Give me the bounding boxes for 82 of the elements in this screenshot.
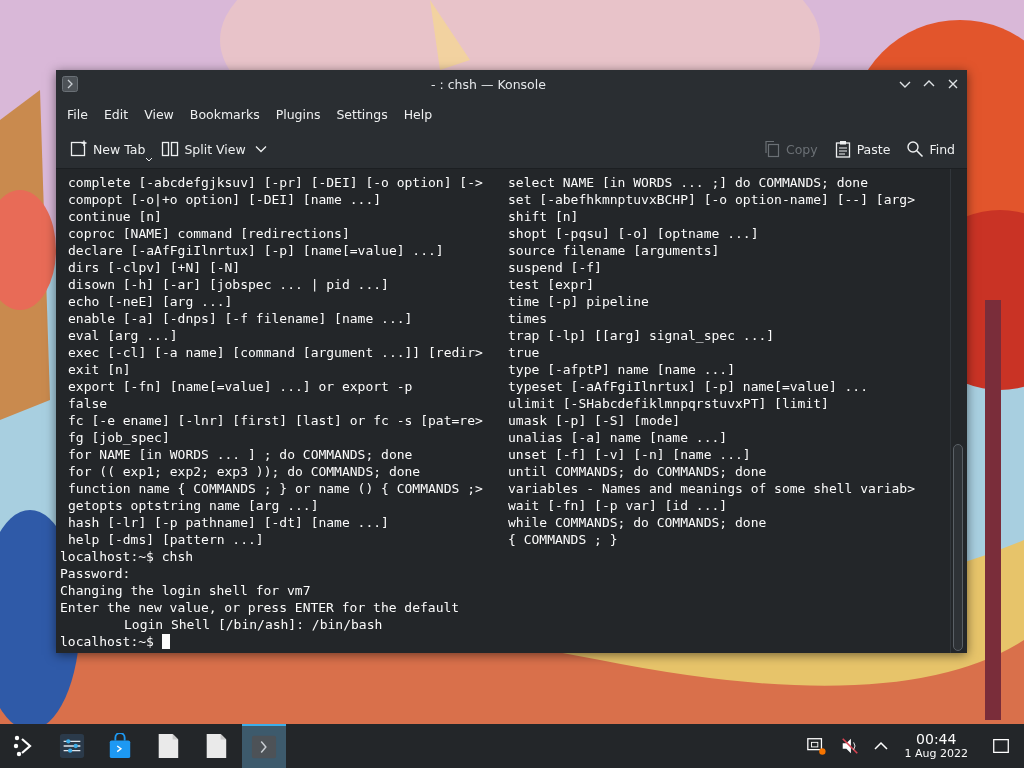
terminal-line: source filename [arguments] (508, 242, 721, 259)
terminal-line: variables - Names and meanings of some shell variab> (508, 480, 916, 497)
clipboard-icon (833, 140, 852, 158)
terminal-line: while COMMANDS; do COMMANDS; done (508, 514, 768, 531)
caret-icon (145, 157, 154, 162)
shopping-bag-icon (107, 733, 133, 759)
menu-item[interactable]: Bookmarks (181, 103, 268, 125)
terminal-line: exit [n] (68, 361, 132, 378)
terminal-line: for NAME [in WORDS ... ] ; do COMMANDS; done (68, 446, 414, 463)
sliders-icon (59, 733, 85, 759)
new-tab-button[interactable]: New Tab (64, 136, 152, 162)
terminal-line: help [-dms] [pattern ...] (68, 531, 265, 548)
menu-item[interactable]: Help (395, 103, 441, 125)
prompt: localhost:~$ (60, 633, 154, 650)
terminal-line: function name { COMMANDS ; } or name () { COMMANDS ;> (68, 480, 484, 497)
terminal-line: coproc [NAME] command [redirections] (68, 225, 351, 242)
muted-speaker-icon[interactable] (839, 736, 860, 756)
scrollbar-thumb[interactable] (953, 444, 963, 651)
paste-button[interactable]: Paste (827, 136, 897, 162)
terminal-line: Login Shell [/bin/ash]: /bin/bash (123, 616, 384, 633)
terminal-line: ulimit [-SHabcdefiklmnpqrstuvxPT] [limit] (508, 395, 830, 412)
caret-icon[interactable] (873, 741, 888, 751)
terminal-line: eval [arg ...] (68, 327, 179, 344)
close-icon[interactable] (947, 78, 959, 90)
search-icon (906, 140, 925, 158)
terminal-line: unset [-f] [-v] [-n] [name ...] (508, 446, 752, 463)
terminal-line: fg [job_spec] (68, 429, 171, 446)
clock[interactable]: 00:44 1 Aug 2022 (904, 731, 968, 761)
terminal-line: shopt [-pqsu] [-o] [optname ...] (508, 225, 760, 242)
terminal-line: getopts optstring name [arg ...] (68, 497, 320, 514)
menu-item[interactable]: Settings (328, 103, 396, 125)
terminal-line: declare [-aAfFgiIlnrtux] [-p] [name[=value] ...] (68, 242, 445, 259)
terminal-line: localhost:~$ chsh (60, 548, 195, 565)
terminal-line: compopt [-o|+o option] [-DEI] [name ...] (68, 191, 383, 208)
terminal-line: select NAME [in WORDS ... ;] do COMMANDS; done (508, 174, 870, 191)
split-view-icon (161, 140, 180, 158)
terminal-line: shift [n] (508, 208, 580, 225)
terminal-line: for (( exp1; exp2; exp3 )); do COMMANDS; done (68, 463, 422, 480)
terminal-line: dirs [-clpv] [+N] [-N] (68, 259, 242, 276)
copy-icon (762, 140, 781, 158)
menu-item[interactable]: Plugins (267, 103, 329, 125)
terminal-line: type [-afptP] name [name ...] (508, 361, 736, 378)
terminal-icon (251, 734, 277, 760)
terminal-line: exec [-cl] [-a name] [command [argument ...]] [redir> (68, 344, 484, 361)
terminal-line: times (508, 310, 549, 327)
find-button[interactable]: Find (900, 136, 961, 162)
chevron-down-icon (254, 145, 267, 153)
terminal-line: Password: (60, 565, 132, 582)
terminal-line: { COMMANDS ; } (508, 531, 619, 548)
terminal-line: export [-fn] [name[=value] ...] or export -p (68, 378, 414, 395)
menu-item[interactable]: View (136, 103, 182, 125)
terminal-line: Changing the login shell for vm7 (60, 582, 312, 599)
terminal-line: unalias [-a] name [name ...] (508, 429, 729, 446)
clock-date: 1 Aug 2022 (904, 747, 968, 761)
terminal-line: false (68, 395, 109, 412)
window-title: - : chsh — Konsole (430, 76, 547, 92)
new-tab-icon (70, 140, 88, 158)
terminal-line: time [-p] pipeline (508, 293, 650, 310)
terminal-line: disown [-h] [-ar] [jobspec ... | pid ...] (68, 276, 390, 293)
terminal-line: true (508, 344, 541, 361)
clock-time: 00:44 (916, 731, 957, 747)
terminal-line: hash [-lr] [-p pathname] [-dt] [name ...] (68, 514, 390, 531)
terminal-line: set [-abefhkmnptuvxBCHP] [-o option-name] [--] [arg> (508, 191, 916, 208)
terminal-line: suspend [-f] (508, 259, 603, 276)
split-view-button[interactable]: Split View (155, 136, 273, 162)
terminal-line: complete [-abcdefgjksuv] [-pr] [-DEI] [-o option] [-> (68, 174, 484, 191)
terminal-line: typeset [-aAfFgiIlnrtux] [-p] name[=value] ... (508, 378, 870, 395)
menu-item[interactable]: Edit (95, 103, 137, 125)
terminal-icon (62, 76, 78, 92)
terminal-line: echo [-neE] [arg ...] (68, 293, 234, 310)
display-icon[interactable] (805, 736, 826, 756)
menu-item[interactable]: File (59, 103, 96, 125)
terminal-line: continue [n] (68, 208, 163, 225)
terminal-line: test [expr] (508, 276, 596, 293)
terminal-line: until COMMANDS; do COMMANDS; done (508, 463, 768, 480)
terminal-line: enable [-a] [-dnps] [-f filename] [name ...] (68, 310, 414, 327)
terminal-line: fc [-e ename] [-lnr] [first] [last] or fc -s [pat=re> (68, 412, 484, 429)
terminal-line: Enter the new value, or press ENTER for the default (60, 599, 461, 616)
show-desktop-icon[interactable] (991, 736, 1011, 756)
terminal-line: umask [-p] [-S] [mode] (508, 412, 682, 429)
terminal-line: trap [-lp] [[arg] signal_spec ...] (508, 327, 776, 344)
terminal-line: wait [-fn] [-p var] [id ...] (508, 497, 729, 514)
